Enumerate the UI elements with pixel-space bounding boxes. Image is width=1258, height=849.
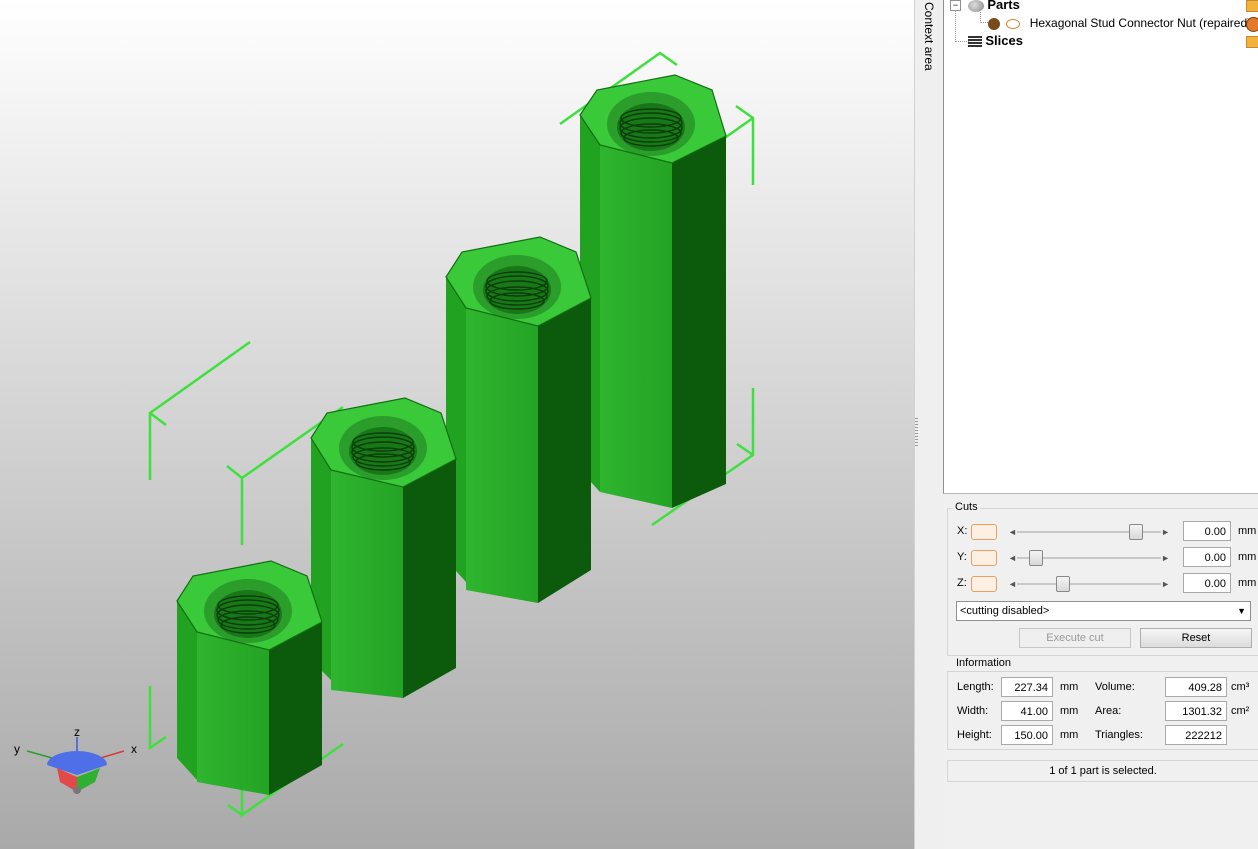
width-label: Width: xyxy=(957,705,989,717)
length-label: Length: xyxy=(957,681,994,693)
execute-cut-button[interactable]: Execute cut xyxy=(1019,628,1131,648)
cut-x-slider[interactable]: ◄ ► xyxy=(1005,524,1173,540)
unit-mm: mm xyxy=(1238,551,1257,563)
cut-z-value[interactable]: 0.00 xyxy=(1183,573,1231,593)
cut-y-label: Y: xyxy=(957,551,967,563)
3d-viewport[interactable]: z x y xyxy=(0,0,914,849)
height-label: Height: xyxy=(957,729,992,741)
slider-thumb[interactable] xyxy=(1028,550,1043,566)
cut-y-toggle[interactable] xyxy=(971,550,997,566)
parts-icon xyxy=(968,0,984,12)
axis-gizmo[interactable]: z x y xyxy=(14,725,137,794)
slices-label: Slices xyxy=(985,33,1023,48)
axis-z-label: z xyxy=(74,725,80,739)
warning-icon xyxy=(1246,17,1258,32)
folder-icon[interactable] xyxy=(1246,36,1258,48)
area-label: Area: xyxy=(1095,705,1122,717)
triangles-value: 222212 xyxy=(1165,725,1227,745)
volume-unit: cm³ xyxy=(1231,681,1250,693)
cut-z-toggle[interactable] xyxy=(971,576,997,592)
folder-icon[interactable] xyxy=(1246,0,1258,12)
cut-y-value[interactable]: 0.00 xyxy=(1183,547,1231,567)
reset-button[interactable]: Reset xyxy=(1140,628,1252,648)
axis-y-label: y xyxy=(14,742,20,756)
area-value: 1301.32 xyxy=(1165,701,1227,721)
object-tree[interactable]: − Parts Hexagonal Stud Connector Nut (re… xyxy=(943,0,1258,494)
cut-mode-value: <cutting disabled> xyxy=(960,605,1050,617)
triangles-label: Triangles: xyxy=(1095,729,1143,741)
volume-label: Volume: xyxy=(1095,681,1135,693)
unit-mm: mm xyxy=(1060,729,1079,741)
tree-item-part[interactable]: Hexagonal Stud Connector Nut (repaired) xyxy=(988,14,1251,32)
parts-label: Parts xyxy=(987,0,1020,12)
slider-thumb[interactable] xyxy=(1128,524,1143,540)
chevron-down-icon: ▼ xyxy=(1237,606,1246,616)
unit-mm: mm xyxy=(1238,577,1257,589)
unit-mm: mm xyxy=(1238,525,1257,537)
cut-y-slider[interactable]: ◄ ► xyxy=(1005,550,1173,566)
tree-line xyxy=(955,41,969,42)
cut-x-label: X: xyxy=(957,525,968,537)
cut-x-toggle[interactable] xyxy=(971,524,997,540)
hex-nut-1[interactable] xyxy=(176,560,323,795)
part-name: Hexagonal Stud Connector Nut (repaired) xyxy=(1029,16,1252,30)
slider-thumb[interactable] xyxy=(1056,576,1070,592)
width-value: 41.00 xyxy=(1001,701,1053,721)
cuts-title: Cuts xyxy=(953,501,980,513)
cut-x-value[interactable]: 0.00 xyxy=(1183,521,1231,541)
unit-mm: mm xyxy=(1060,705,1079,717)
panel-splitter[interactable] xyxy=(914,0,944,849)
tree-item-parts[interactable]: Parts xyxy=(968,0,1020,14)
tree-line xyxy=(955,10,956,42)
information-title: Information xyxy=(954,657,1014,669)
hex-nut-4[interactable] xyxy=(579,74,727,508)
properties-panel: Cuts X: ◄ ► 0.00 mm Y: ◄ ► 0.00 mm Z: ◄ ► 0… xyxy=(943,494,1258,849)
splitter-grip[interactable] xyxy=(915,418,918,448)
hex-nut-2[interactable] xyxy=(310,397,457,698)
part-icon xyxy=(988,17,1000,30)
area-unit: cm² xyxy=(1231,705,1250,717)
height-value: 150.00 xyxy=(1001,725,1053,745)
cut-z-label: Z: xyxy=(957,577,967,589)
length-value: 227.34 xyxy=(1001,677,1053,697)
axis-x-label: x xyxy=(131,742,137,756)
selection-status: 1 of 1 part is selected. xyxy=(947,760,1258,782)
volume-value: 409.28 xyxy=(1165,677,1227,697)
hex-nut-3[interactable] xyxy=(445,236,592,603)
context-area-label: Context area xyxy=(922,2,936,71)
cut-z-slider[interactable]: ◄ ► xyxy=(1005,576,1173,592)
eye-icon[interactable] xyxy=(1006,18,1021,29)
slices-icon xyxy=(968,36,982,48)
cut-mode-select[interactable]: <cutting disabled> ▼ xyxy=(956,601,1251,621)
unit-mm: mm xyxy=(1060,681,1079,693)
model-scene[interactable]: z x y xyxy=(0,0,914,849)
tree-item-slices[interactable]: Slices xyxy=(968,32,1023,50)
